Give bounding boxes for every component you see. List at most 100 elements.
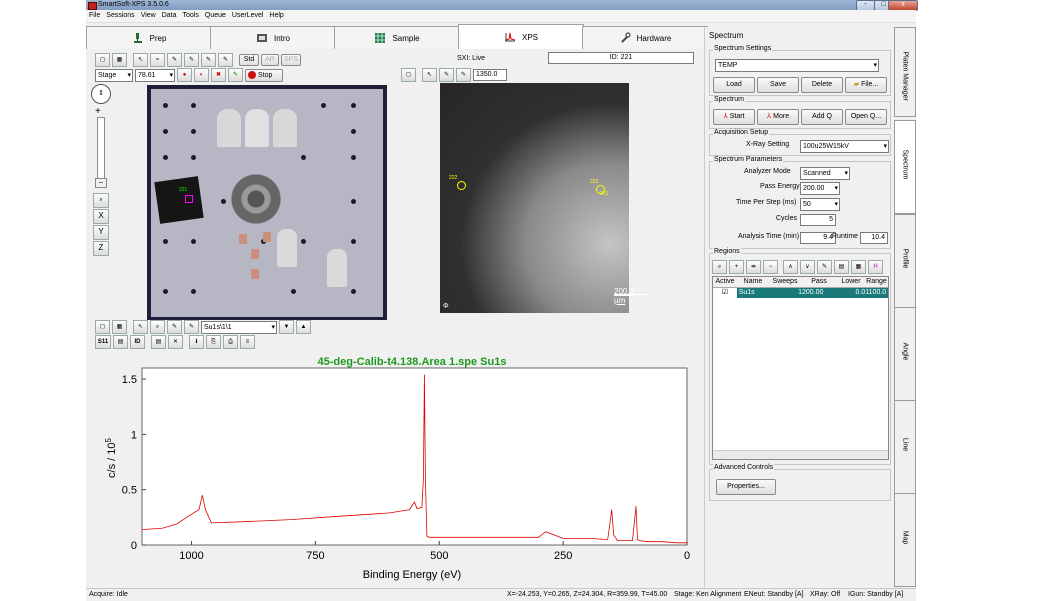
spec-zoom-icon[interactable]: ⌕ — [150, 320, 165, 334]
chart-icon[interactable]: ▤ — [113, 335, 128, 349]
x-mark-icon[interactable]: ✖ — [211, 68, 226, 82]
s11-button[interactable]: S11 — [95, 335, 111, 349]
move-icon[interactable]: ✎ — [167, 53, 182, 67]
delete-button[interactable]: Delete — [801, 77, 843, 93]
file-button[interactable]: ▰ File... — [845, 77, 887, 93]
menu-sessions[interactable]: Sessions — [103, 10, 137, 22]
spec-grid-icon[interactable]: ▦ — [112, 320, 127, 334]
restore-icon[interactable]: ◻ — [95, 53, 110, 67]
zoom-out-icon[interactable]: − — [95, 178, 107, 188]
horizontal-scrollbar[interactable] — [713, 450, 888, 459]
menu-data[interactable]: Data — [159, 10, 180, 22]
menu-tools[interactable]: Tools — [180, 10, 202, 22]
tab-hardware[interactable]: Hardware — [582, 26, 708, 49]
table-row[interactable]: ☑ Su1s 1 200.00 0.0 1100.0 — [713, 288, 889, 298]
row-active[interactable]: ☑ — [713, 288, 737, 298]
copy-icon[interactable]: ⎘ — [206, 335, 221, 349]
analyzer-select[interactable]: Scanned — [800, 167, 850, 180]
side-tab-map[interactable]: Map — [894, 493, 916, 587]
sxi-image[interactable]: 222 223 221 200.0 µm Φ — [440, 83, 650, 313]
menu-help[interactable]: Help — [266, 10, 286, 22]
multi-point-icon[interactable]: ✎ — [184, 53, 199, 67]
properties-button[interactable]: Properties... — [716, 479, 776, 495]
h-icon[interactable]: H — [868, 260, 883, 274]
tab-intro[interactable]: Intro — [210, 26, 336, 49]
menu-file[interactable]: File — [86, 10, 103, 22]
area-icon[interactable]: ✎ — [218, 53, 233, 67]
stage-select[interactable]: Stage — [95, 68, 133, 82]
menu-userlevel[interactable]: UserLevel — [229, 10, 267, 22]
move-up-icon[interactable]: ∧ — [783, 260, 798, 274]
paint-icon[interactable]: ◐ — [194, 68, 209, 82]
settings-select[interactable]: TEMP — [715, 59, 879, 72]
sxi-pointer-icon[interactable]: ↖ — [422, 68, 437, 82]
split-region-icon[interactable]: ⇹ — [746, 260, 761, 274]
nav-x-button[interactable]: X — [93, 209, 109, 224]
sps-button[interactable]: SPS — [281, 54, 301, 66]
zoom-slider[interactable] — [97, 117, 105, 179]
up-arrow-icon[interactable]: ▲ — [296, 320, 311, 334]
spec-pan-icon[interactable]: ✎ — [167, 320, 182, 334]
tab-xps[interactable]: XPS — [458, 24, 584, 49]
line-icon[interactable]: ✎ — [201, 53, 216, 67]
stage-platen-image[interactable]: 221 — [147, 85, 387, 320]
pipette-icon[interactable]: ✎ — [228, 68, 243, 82]
table-icon[interactable]: ▤ — [834, 260, 849, 274]
nav-z-button[interactable]: Z — [93, 241, 109, 256]
periodic-table-icon[interactable]: ▦ — [851, 260, 866, 274]
save-button[interactable]: Save — [757, 77, 799, 93]
sxi-restore-icon[interactable]: ◻ — [401, 68, 416, 82]
sxi-multi-icon[interactable]: ✎ — [456, 68, 471, 82]
row-name[interactable]: Su1s — [736, 288, 771, 298]
edit-region-icon[interactable]: ✎ — [817, 260, 832, 274]
region-view-icon[interactable]: ⌕ — [712, 260, 727, 274]
add-region-icon[interactable]: + — [729, 260, 744, 274]
menu-queue[interactable]: Queue — [202, 10, 229, 22]
stage-value-select[interactable]: 78.61 — [135, 68, 175, 82]
more-button[interactable]: ⅄ More — [757, 109, 799, 125]
side-tab-profile[interactable]: Profile — [894, 214, 916, 308]
pointer-icon[interactable]: ↖ — [133, 53, 148, 67]
row-lower[interactable]: 0.0 — [837, 288, 866, 298]
ar-button[interactable]: AR — [261, 54, 279, 66]
open-icon[interactable]: ▤ — [151, 335, 166, 349]
xray-setting-select[interactable]: 100u25W15kV — [800, 140, 889, 153]
side-tab-spectrum[interactable]: Spectrum — [894, 120, 916, 214]
tab-sample[interactable]: Sample — [334, 26, 460, 49]
sxi-value[interactable]: 1350.0 — [473, 69, 507, 81]
zoom-in-icon[interactable]: + — [95, 106, 101, 117]
load-button[interactable]: Load — [713, 77, 755, 93]
pass-energy-select[interactable]: 200.00 — [800, 182, 840, 195]
side-tab-platen-manager[interactable]: Platen Manager — [894, 27, 916, 117]
id-button[interactable]: ID — [130, 335, 145, 349]
side-tab-angle[interactable]: Angle — [894, 307, 916, 401]
tab-prep[interactable]: Prep — [86, 26, 212, 49]
color-bars-icon[interactable]: ≡ — [240, 335, 255, 349]
tps-select[interactable]: 50 — [800, 198, 840, 211]
spec-restore-icon[interactable]: ◻ — [95, 320, 110, 334]
print-icon[interactable]: ⎙ — [223, 335, 238, 349]
nav-joystick-icon[interactable]: ⇕ — [91, 84, 111, 104]
row-range[interactable]: 1100.0 — [865, 288, 889, 298]
sxi-point-icon[interactable]: ✎ — [439, 68, 454, 82]
spectrum-chart[interactable]: 45-deg-Calib-t4.138.Area 1.spe Su1s 1000… — [90, 348, 695, 586]
cycles-input[interactable]: 5 — [800, 214, 836, 226]
path-icon[interactable]: ≈ — [150, 53, 165, 67]
open-queue-button[interactable]: Open Q... — [845, 109, 887, 125]
spec-pointer-icon[interactable]: ↖ — [133, 320, 148, 334]
move-down-icon[interactable]: ∨ — [800, 260, 815, 274]
info-icon[interactable]: ℹ — [189, 335, 204, 349]
side-tab-line[interactable]: Line — [894, 400, 916, 494]
row-pass[interactable]: 200.00 — [802, 288, 838, 298]
nav-y-button[interactable]: Y — [93, 225, 109, 240]
std-button[interactable]: Std — [239, 54, 259, 66]
spec-fit-icon[interactable]: ✎ — [184, 320, 199, 334]
add-queue-button[interactable]: Add Q — [801, 109, 843, 125]
down-arrow-icon[interactable]: ▼ — [279, 320, 294, 334]
record-icon[interactable]: ● — [177, 68, 192, 82]
delete-icon[interactable]: ✕ — [168, 335, 183, 349]
stop-button[interactable]: Stop — [245, 68, 283, 82]
start-button[interactable]: ⅄ Start — [713, 109, 755, 125]
remove-region-icon[interactable]: − — [763, 260, 778, 274]
row-sweeps[interactable]: 1 — [770, 288, 802, 298]
